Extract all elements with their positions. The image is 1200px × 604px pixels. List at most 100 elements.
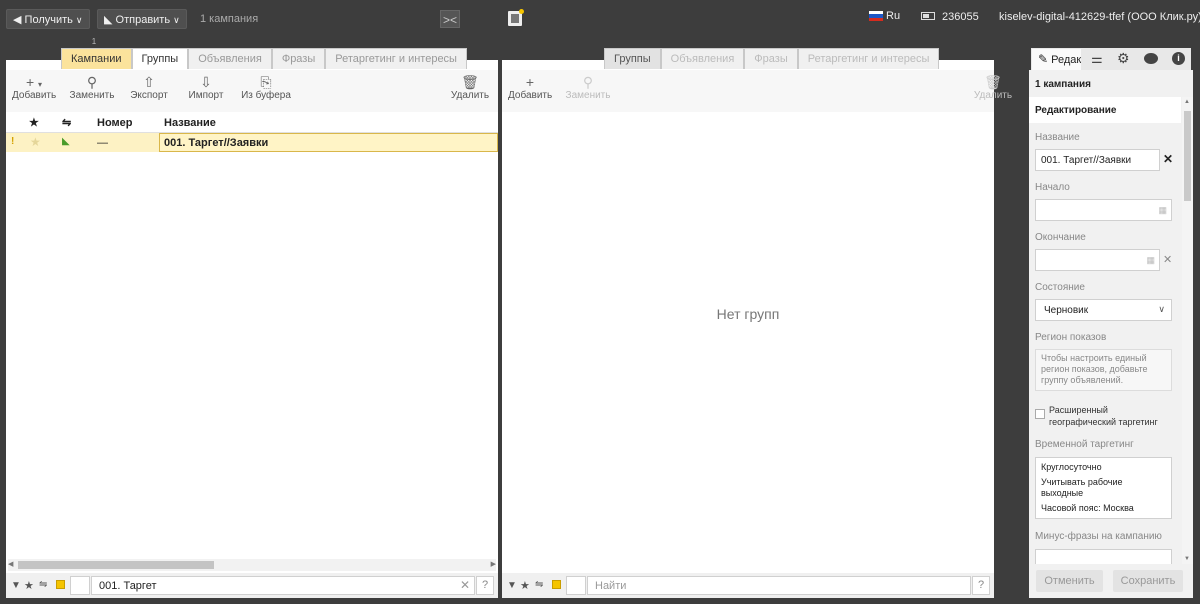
vertical-scrollbar[interactable]: ▲ ▼ bbox=[1182, 97, 1193, 564]
region-hint: Чтобы настроить единый регион показов, д… bbox=[1035, 349, 1172, 391]
star-filter-icon[interactable]: ★ bbox=[520, 579, 530, 592]
scroll-down-icon[interactable]: ▼ bbox=[1184, 556, 1190, 562]
clear-filter-icon[interactable]: ✕ bbox=[460, 578, 470, 592]
filter-icon[interactable]: ▼ bbox=[11, 580, 21, 591]
scroll-up-icon[interactable]: ▲ bbox=[1184, 99, 1190, 105]
name-field[interactable]: 001. Таргет//Заявки bbox=[1035, 149, 1160, 171]
search-prefix-field[interactable] bbox=[566, 576, 586, 595]
left-tabs: Кампании Группы Объявления Фразы Ретарге… bbox=[61, 48, 467, 70]
get-button[interactable]: ◀ Получить ∨ bbox=[6, 9, 90, 29]
end-date-field[interactable]: ▦ bbox=[1035, 249, 1160, 271]
draft-filter-icon[interactable] bbox=[552, 580, 561, 589]
from-buffer-button[interactable]: ⎘ Из буфера bbox=[240, 74, 292, 101]
tab-phrases[interactable]: Фразы bbox=[271, 48, 326, 69]
export-button[interactable]: ⇧ Экспорт bbox=[129, 74, 169, 101]
search-icon: ⚲ bbox=[582, 74, 594, 90]
star-column-icon[interactable]: ★ bbox=[29, 116, 39, 129]
chat-icon[interactable] bbox=[1144, 53, 1158, 64]
tab-retargeting[interactable]: Ретаргетинг и интересы bbox=[325, 48, 467, 69]
sort-status-icon[interactable]: ⇋ bbox=[62, 116, 71, 129]
tab-ads[interactable]: Объявления bbox=[188, 48, 272, 69]
download-icon: ⇩ bbox=[200, 74, 212, 90]
clear-end-date-icon[interactable]: ✕ bbox=[1163, 253, 1172, 266]
plus-icon: + ▾ bbox=[25, 74, 43, 90]
replace-button[interactable]: ⚲ Заменить bbox=[69, 74, 115, 101]
upload-icon: ⇧ bbox=[143, 74, 155, 90]
scroll-right-icon[interactable]: ▶ bbox=[491, 560, 496, 568]
region-label: Регион показов bbox=[1035, 332, 1107, 343]
left-help-button[interactable]: ? bbox=[476, 576, 494, 595]
start-date-field[interactable]: ▦ bbox=[1035, 199, 1172, 221]
filter-icon[interactable]: ▼ bbox=[507, 580, 517, 591]
search-input[interactable]: Найти bbox=[587, 576, 971, 595]
cursor-icon: ◣ bbox=[104, 14, 113, 26]
tab-edit[interactable]: ✎ Редактирование bbox=[1032, 49, 1081, 70]
russia-flag-icon[interactable] bbox=[869, 11, 883, 21]
geo-targeting-checkbox[interactable] bbox=[1035, 409, 1045, 419]
middle-help-button[interactable]: ? bbox=[972, 576, 990, 595]
add-group-button[interactable]: + Добавить bbox=[508, 74, 552, 101]
groups-panel bbox=[502, 60, 994, 598]
star-icon[interactable]: ★ bbox=[30, 135, 41, 149]
horizontal-scrollbar[interactable]: ◀ ▶ bbox=[8, 559, 496, 571]
tab-ads-middle[interactable]: Объявления bbox=[660, 48, 745, 69]
column-name[interactable]: Название bbox=[164, 117, 216, 129]
import-button[interactable]: ⇩ Импорт bbox=[187, 74, 225, 101]
tab-groups-middle[interactable]: Группы bbox=[604, 48, 661, 69]
row-number: — bbox=[97, 137, 108, 149]
draft-filter-icon[interactable] bbox=[56, 580, 65, 589]
scroll-left-icon[interactable]: ◀ bbox=[8, 560, 13, 568]
save-button[interactable]: Сохранить bbox=[1113, 570, 1183, 592]
send-button[interactable]: ◣ Отправить ∨ bbox=[97, 9, 187, 29]
sliders-icon[interactable]: ⚌ bbox=[1091, 51, 1103, 67]
table-header bbox=[6, 112, 498, 133]
plus-icon: + bbox=[525, 74, 535, 90]
delete-group-button[interactable]: 🗑 Удалить bbox=[972, 74, 1014, 101]
state-label: Состояние bbox=[1035, 282, 1085, 293]
balance-value: 236055 bbox=[942, 11, 979, 23]
chevron-down-icon: ∨ bbox=[75, 15, 83, 25]
calendar-icon[interactable]: ▦ bbox=[1158, 205, 1167, 216]
info-icon[interactable]: i bbox=[1172, 52, 1185, 65]
status-flag-icon: ◣ bbox=[62, 136, 70, 147]
status-filter-icon[interactable]: ⇋ bbox=[39, 579, 47, 590]
geo-targeting-label[interactable]: Расширенный географический таргетинг bbox=[1049, 404, 1173, 428]
collapse-panels-icon[interactable]: >< bbox=[440, 10, 460, 28]
gear-icon[interactable]: ⚙ bbox=[1117, 50, 1130, 67]
calendar-icon[interactable]: ▦ bbox=[1146, 255, 1155, 266]
download-arrow-icon: ◀ bbox=[13, 14, 22, 26]
state-select[interactable]: Черновик ∨ bbox=[1035, 299, 1172, 321]
film-icon[interactable] bbox=[508, 9, 524, 26]
delete-button[interactable]: 🗑 Удалить bbox=[449, 74, 491, 101]
account-menu[interactable]: kiselev-digital-412629-tfef (ООО Клик.ру… bbox=[999, 11, 1200, 23]
filter-input[interactable]: 001. Таргет ✕ bbox=[91, 576, 475, 595]
pencil-icon: ✎ bbox=[1038, 52, 1049, 66]
name-cell[interactable]: 001. Таргет//Заявки bbox=[159, 133, 498, 152]
column-number[interactable]: Номер bbox=[97, 117, 133, 129]
warning-mark: ! bbox=[11, 136, 15, 147]
status-filter-icon[interactable]: ⇋ bbox=[535, 579, 543, 590]
end-label: Окончание bbox=[1035, 232, 1086, 243]
trash-icon: 🗑 bbox=[984, 74, 1002, 90]
replace-group-button[interactable]: ⚲ Заменить bbox=[565, 74, 611, 101]
filter-prefix-field[interactable] bbox=[70, 576, 90, 595]
scrollbar-thumb[interactable] bbox=[1184, 111, 1191, 201]
time-targeting-field[interactable]: Круглосуточно Учитывать рабочие выходные… bbox=[1035, 457, 1172, 519]
star-filter-icon[interactable]: ★ bbox=[24, 579, 34, 592]
language-label[interactable]: Ru bbox=[886, 10, 900, 22]
selection-badge: 1 bbox=[91, 37, 97, 46]
tab-groups[interactable]: Группы bbox=[131, 48, 189, 69]
clipboard-icon: ⎘ bbox=[260, 74, 272, 90]
battery-icon bbox=[921, 12, 935, 20]
add-button[interactable]: + ▾ Добавить bbox=[12, 74, 56, 101]
tab-retargeting-middle[interactable]: Ретаргетинг и интересы bbox=[797, 48, 940, 69]
time-targeting-label: Временной таргетинг bbox=[1035, 439, 1134, 450]
start-label: Начало bbox=[1035, 182, 1070, 193]
minus-phrases-field[interactable] bbox=[1035, 549, 1172, 564]
scrollbar-thumb[interactable] bbox=[18, 561, 214, 569]
tab-campaigns[interactable]: Кампании bbox=[61, 48, 132, 69]
cancel-button[interactable]: Отменить bbox=[1036, 570, 1103, 592]
chevron-down-icon: ∨ bbox=[1158, 304, 1165, 314]
clear-name-icon[interactable]: ✕ bbox=[1163, 152, 1173, 166]
tab-phrases-middle[interactable]: Фразы bbox=[744, 48, 798, 69]
